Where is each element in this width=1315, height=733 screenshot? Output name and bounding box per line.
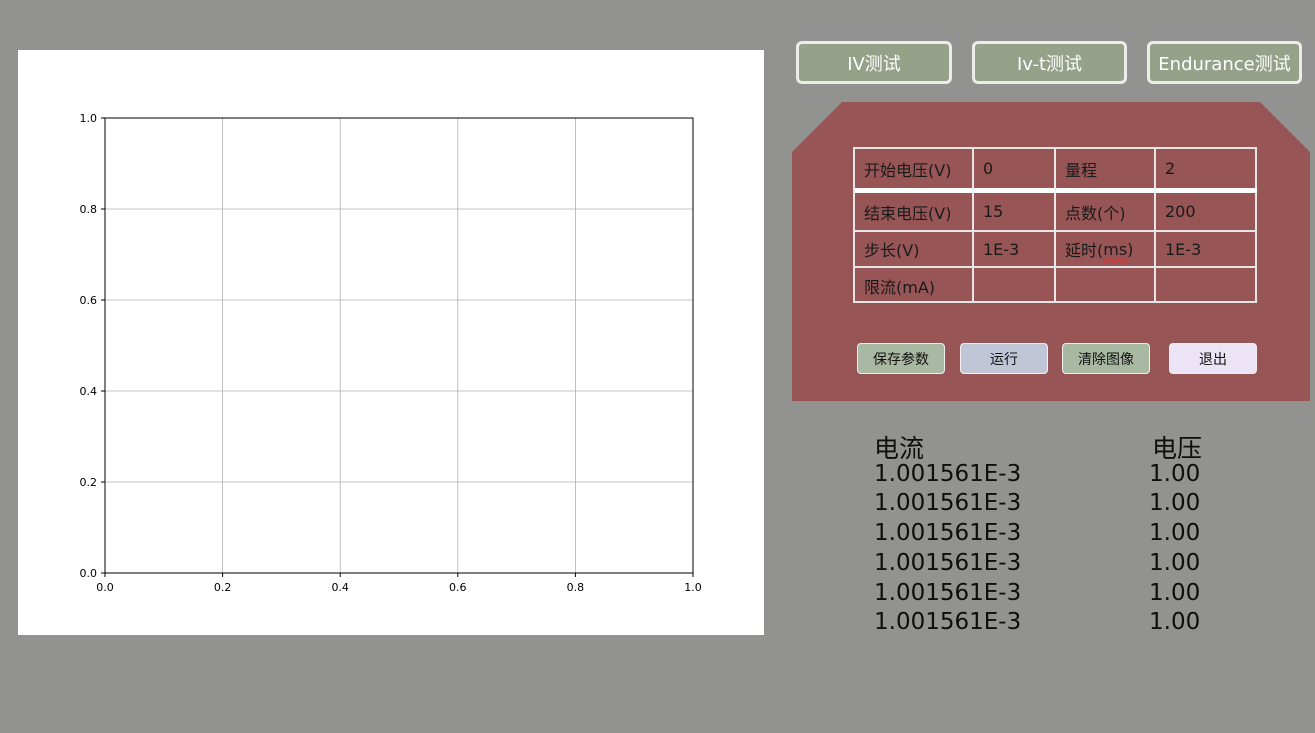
delay-input[interactable]: 1E-3 bbox=[1156, 232, 1257, 268]
y-tick-label: 0.0 bbox=[80, 567, 98, 580]
voltage-value: 1.00 bbox=[1149, 461, 1201, 487]
x-tick-label: 0.4 bbox=[331, 581, 349, 594]
voltage-value: 1.00 bbox=[1149, 609, 1201, 635]
start-voltage-input[interactable]: 0 bbox=[974, 149, 1056, 193]
parameter-table: 开始电压(V) 0 量程 2 结束电压(V) 15 点数(个) 200 步长(V… bbox=[853, 147, 1257, 303]
exit-button[interactable]: 退出 bbox=[1169, 343, 1257, 374]
range-label: 量程 bbox=[1056, 149, 1156, 193]
current-value: 1.001561E-3 bbox=[874, 461, 1022, 487]
endurance-test-button[interactable]: Endurance测试 bbox=[1147, 41, 1302, 84]
save-params-button[interactable]: 保存参数 bbox=[857, 343, 945, 374]
empty-cell[interactable] bbox=[1056, 268, 1156, 303]
points-label: 点数(个) bbox=[1056, 193, 1156, 232]
current-value: 1.001561E-3 bbox=[874, 580, 1022, 606]
x-tick-label: 1.0 bbox=[684, 581, 702, 594]
delay-label-suffix: ) bbox=[1127, 239, 1134, 259]
voltage-value: 1.00 bbox=[1149, 580, 1201, 606]
y-tick-label: 1.0 bbox=[80, 112, 98, 125]
plot-svg: 0.0 0.2 0.4 0.6 0.8 1.0 0.0 0.2 0.4 0.6 0.8 1.0 bbox=[80, 112, 702, 594]
current-limit-label: 限流(mA) bbox=[855, 268, 974, 303]
iv-test-button[interactable]: IV测试 bbox=[796, 41, 952, 84]
step-input[interactable]: 1E-3 bbox=[974, 232, 1056, 268]
y-tick-label: 0.4 bbox=[80, 385, 98, 398]
plot-canvas: 0.0 0.2 0.4 0.6 0.8 1.0 0.0 0.2 0.4 0.6 0.8 1.0 bbox=[18, 50, 764, 635]
current-value: 1.001561E-3 bbox=[874, 520, 1022, 546]
current-limit-input[interactable] bbox=[974, 268, 1056, 303]
start-voltage-label: 开始电压(V) bbox=[855, 149, 974, 193]
voltage-column-header: 电压 bbox=[1152, 434, 1203, 463]
x-tick-label: 0.0 bbox=[96, 581, 114, 594]
current-column-header: 电流 bbox=[874, 434, 925, 463]
empty-cell[interactable] bbox=[1156, 268, 1257, 303]
delay-label: 延时(ms) bbox=[1056, 232, 1156, 268]
x-tick-label: 0.6 bbox=[449, 581, 467, 594]
end-voltage-input[interactable]: 15 bbox=[974, 193, 1056, 232]
x-tick-label: 0.8 bbox=[567, 581, 585, 594]
end-voltage-label: 结束电压(V) bbox=[855, 193, 974, 232]
delay-label-unit: ms bbox=[1103, 239, 1128, 259]
delay-label-prefix: 延时( bbox=[1065, 241, 1104, 260]
y-tick-label: 0.2 bbox=[80, 476, 98, 489]
current-value: 1.001561E-3 bbox=[874, 490, 1022, 516]
y-tick-label: 0.6 bbox=[80, 294, 98, 307]
voltage-value: 1.00 bbox=[1149, 550, 1201, 576]
voltage-value: 1.00 bbox=[1149, 490, 1201, 516]
voltage-value: 1.00 bbox=[1149, 520, 1201, 546]
y-tick-label: 0.8 bbox=[80, 203, 98, 216]
step-label: 步长(V) bbox=[855, 232, 974, 268]
clear-plot-button[interactable]: 清除图像 bbox=[1062, 343, 1150, 374]
axes-frame bbox=[104, 117, 694, 574]
current-value: 1.001561E-3 bbox=[874, 609, 1022, 635]
range-input[interactable]: 2 bbox=[1156, 149, 1257, 193]
current-value: 1.001561E-3 bbox=[874, 550, 1022, 576]
iv-t-test-button[interactable]: Iv-t测试 bbox=[972, 41, 1127, 84]
run-button[interactable]: 运行 bbox=[960, 343, 1048, 374]
x-tick-label: 0.2 bbox=[214, 581, 232, 594]
points-input[interactable]: 200 bbox=[1156, 193, 1257, 232]
